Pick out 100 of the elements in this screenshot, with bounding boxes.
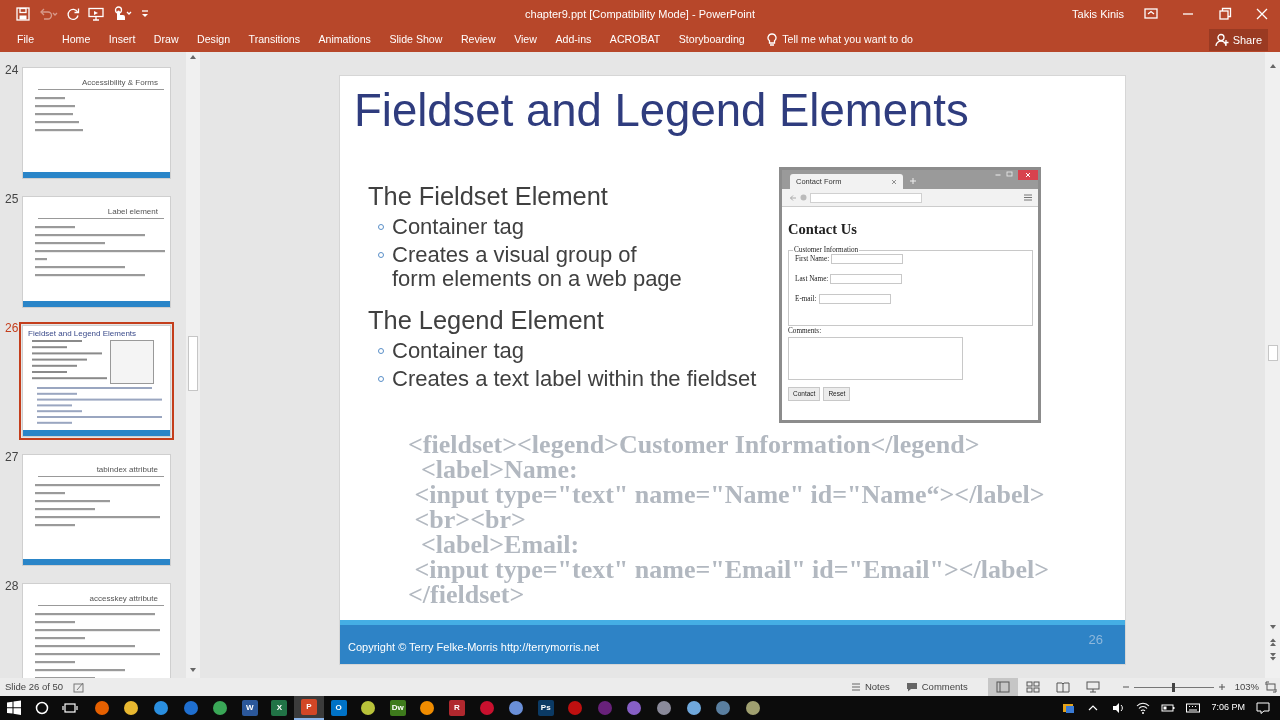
fit-to-window-icon[interactable] — [1265, 681, 1277, 693]
tray-app-icon[interactable] — [1061, 701, 1076, 715]
taskbar-app[interactable]: O — [323, 696, 354, 720]
section-heading: The Fieldset Element — [368, 181, 609, 211]
search-icon[interactable] — [34, 700, 50, 716]
slide-count: Slide 26 of 50 — [5, 679, 64, 694]
taskbar-app[interactable]: W — [234, 696, 265, 720]
normal-view-icon — [995, 681, 1010, 693]
view-button[interactable] — [987, 678, 1018, 696]
lightbulb-icon — [767, 33, 778, 47]
user-name[interactable]: Takis Kinis — [1072, 5, 1124, 23]
close-icon[interactable] — [1254, 7, 1269, 21]
window-title: chapter9.ppt [Compatibility Mode] - PowerPoint — [525, 6, 755, 22]
repeat-icon[interactable] — [66, 7, 80, 21]
app-icon — [360, 700, 377, 716]
app-icon — [478, 700, 495, 716]
bullet-text: Creates a visual group of form elements on a web page — [392, 243, 682, 291]
close-icon — [1025, 172, 1031, 178]
volume-icon[interactable] — [1111, 701, 1126, 715]
slideshow-icon[interactable] — [88, 7, 104, 21]
app-icon — [153, 700, 169, 716]
scrollbar-thumb[interactable] — [188, 336, 198, 391]
copyright-text: Copyright © Terry Felke-Morris http://terrymorris.net — [348, 639, 600, 655]
code-line: <label>Name: — [421, 457, 578, 482]
save-icon[interactable] — [16, 7, 30, 21]
ribbon-tab[interactable]: Insert — [108, 32, 136, 48]
app-icon — [626, 700, 643, 716]
globe-icon — [800, 194, 807, 201]
task-view-icon[interactable] — [62, 700, 78, 716]
code-line: <input type="text" name="Name" id="Name“></label> — [413, 482, 1046, 507]
notes-button[interactable]: Notes — [850, 679, 890, 695]
share-button[interactable]: Share — [1208, 29, 1268, 51]
scrollbar-thumb[interactable] — [1267, 345, 1278, 361]
app-icon — [596, 700, 613, 716]
keyboard-icon[interactable] — [1186, 701, 1201, 715]
app-icon — [685, 700, 702, 716]
spelling-icon[interactable] — [73, 681, 86, 693]
thumbnail-title: tabindex attribute — [38, 455, 164, 477]
comments-button[interactable]: Comments — [905, 679, 968, 695]
restore-icon[interactable] — [1217, 7, 1232, 21]
previous-slide-icon[interactable] — [1267, 636, 1278, 648]
new-tab-icon — [909, 177, 917, 185]
slide-number: 26 — [1088, 630, 1103, 649]
ribbon-tab[interactable]: Draw — [153, 32, 179, 48]
ribbon-tab[interactable]: Add-ins — [555, 32, 592, 48]
zoom-in-icon[interactable] — [1217, 683, 1226, 691]
app-icon — [508, 700, 525, 716]
code-line: <fieldset><legend>Customer Information</legend> — [408, 432, 981, 457]
text-lines-drawing — [35, 97, 83, 132]
ribbon-tab[interactable]: Design — [197, 32, 231, 48]
ribbon-tab[interactable]: Slide Show — [389, 32, 443, 48]
app-icon — [419, 700, 436, 716]
slide-number: 25 — [4, 193, 19, 205]
customize-icon[interactable] — [140, 8, 150, 20]
slide-number: 24 — [4, 64, 19, 76]
slide-sorter-icon — [1025, 681, 1040, 693]
code-line: </fieldset> — [408, 582, 525, 607]
taskbar-app[interactable]: R — [442, 696, 472, 720]
ribbon-tab[interactable]: Transitions — [248, 32, 300, 48]
ribbon-tab[interactable]: Animations — [318, 32, 371, 48]
ribbon-tab[interactable]: Review — [460, 32, 496, 48]
taskbar-app[interactable]: Ps — [530, 696, 561, 720]
app-icon — [744, 700, 761, 716]
slide-title: Fieldset and Legend Elements — [353, 84, 970, 138]
taskbar-app[interactable]: Dw — [382, 696, 413, 720]
code-line: <br><br> — [413, 507, 526, 532]
clock[interactable]: 7:06 PM — [1211, 701, 1245, 715]
thumbnail-title: accesskey attribute — [38, 584, 164, 606]
next-slide-icon[interactable] — [1267, 651, 1278, 663]
ribbon-display-icon[interactable] — [1143, 7, 1158, 21]
maximize-icon — [1006, 170, 1013, 178]
notes-icon — [850, 682, 861, 692]
slider-thumb[interactable] — [1172, 682, 1176, 692]
app-icon — [212, 700, 229, 716]
battery-icon[interactable] — [1161, 701, 1176, 715]
ribbon-tab[interactable]: Home — [62, 32, 91, 48]
notification-icon[interactable] — [1256, 701, 1270, 715]
menu-icon — [1024, 194, 1032, 201]
section-heading: The Legend Element — [368, 305, 605, 335]
reading-view-icon — [1055, 681, 1070, 693]
taskbar-app[interactable]: P — [294, 696, 324, 720]
taskbar-app[interactable]: X — [264, 696, 295, 720]
wifi-icon[interactable] — [1136, 701, 1151, 715]
app-icon — [182, 700, 199, 716]
slideshow-view-icon — [1085, 681, 1100, 693]
thumbnail-title: Fieldset and Legend Elements — [27, 328, 138, 340]
ribbon-tab[interactable]: ACROBAT — [609, 32, 661, 48]
ribbon-tab[interactable]: Storyboarding — [678, 32, 745, 48]
app-icon — [715, 700, 732, 716]
start-icon[interactable] — [6, 700, 22, 716]
app-icon — [123, 700, 140, 716]
search-field[interactable]: Tell me what you want to do — [782, 32, 913, 48]
ribbon-tab[interactable]: File — [17, 32, 35, 48]
zoom-level[interactable]: 103% — [1234, 679, 1259, 695]
back-icon — [789, 193, 797, 202]
slide-number: 27 — [4, 451, 19, 463]
bullet-text: Creates a text label within the fieldset — [392, 367, 757, 391]
ribbon-tab[interactable]: View — [514, 32, 537, 48]
touch-icon[interactable] — [112, 6, 132, 22]
thumbnail-title: Accessibility & Forms — [38, 68, 164, 90]
